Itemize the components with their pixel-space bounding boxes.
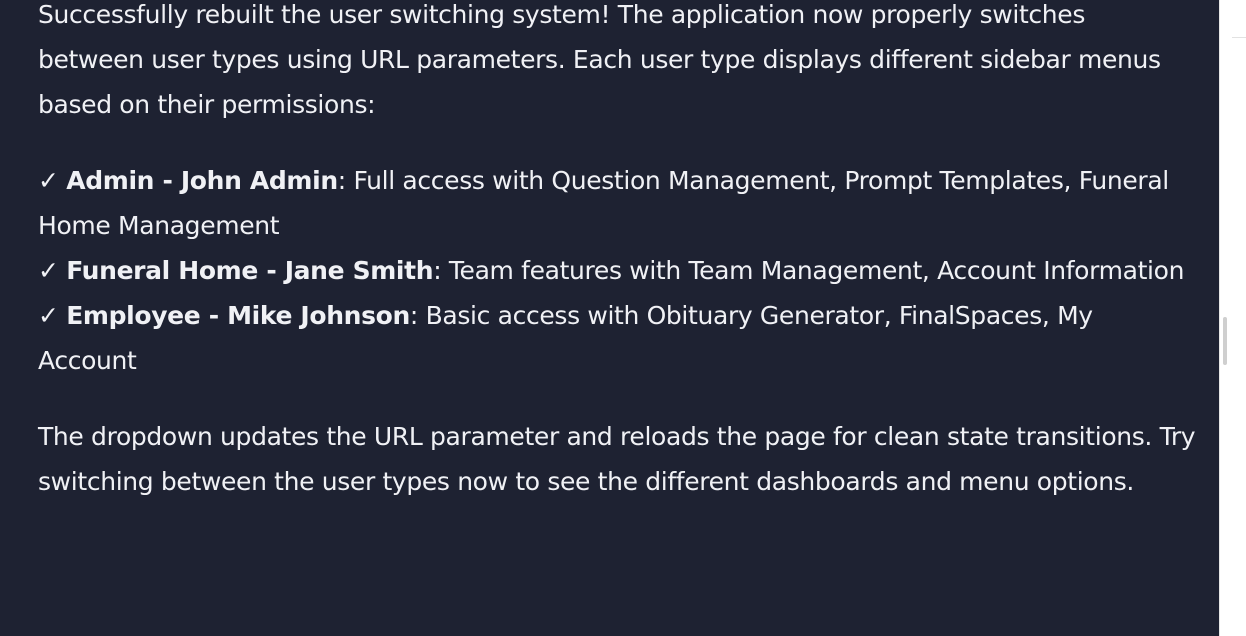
user-type-funeral-home: Funeral Home - Jane Smith bbox=[66, 256, 434, 285]
user-type-employee: Employee - Mike Johnson bbox=[66, 301, 410, 330]
gutter-divider bbox=[1232, 37, 1246, 38]
check-icon: ✓ bbox=[38, 301, 67, 330]
user-type-list: ✓ Admin - John Admin: Full access with Q… bbox=[38, 158, 1198, 383]
message-intro: Successfully rebuilt the user switching … bbox=[38, 0, 1161, 119]
check-icon: ✓ bbox=[38, 166, 67, 195]
message-closing: The dropdown updates the URL parameter a… bbox=[38, 422, 1196, 496]
user-type-admin: Admin - John Admin bbox=[66, 166, 338, 195]
user-type-funeral-home-description: : Team features with Team Management, Ac… bbox=[433, 256, 1185, 285]
chat-message-panel: Successfully rebuilt the user switching … bbox=[0, 0, 1219, 636]
assistant-message: Successfully rebuilt the user switching … bbox=[38, 0, 1198, 504]
check-icon: ✓ bbox=[38, 256, 67, 285]
scrollbar-thumb[interactable] bbox=[1223, 317, 1227, 365]
